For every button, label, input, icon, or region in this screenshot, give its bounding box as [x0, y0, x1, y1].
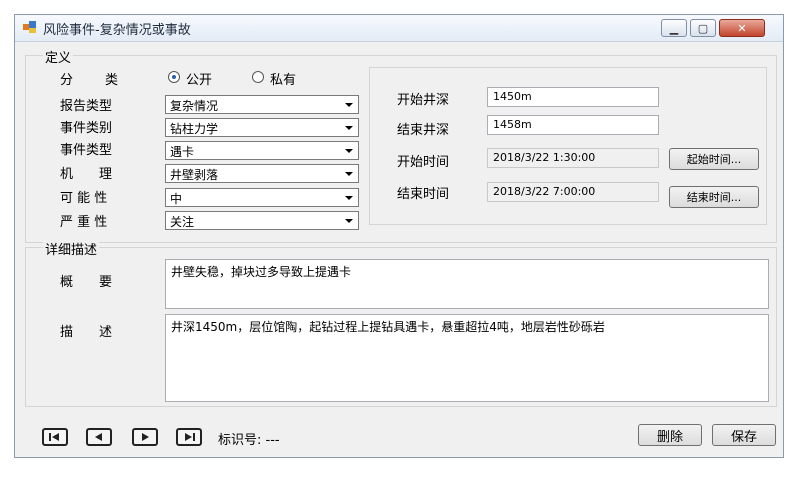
chevron-down-icon: [345, 126, 353, 130]
start-time-label: 开始时间: [397, 155, 450, 170]
end-depth-label: 结束井深: [397, 123, 450, 138]
last-record-button[interactable]: [176, 428, 202, 446]
end-time-button[interactable]: 结束时间...: [669, 186, 759, 208]
start-depth-label: 开始井深: [397, 93, 450, 108]
close-icon: ✕: [737, 21, 747, 35]
definition-group-label: 定义: [43, 47, 74, 66]
event-category-label: 事件类别: [60, 121, 113, 136]
next-record-button[interactable]: [132, 428, 158, 446]
likelihood-value: 中: [170, 192, 183, 206]
minimize-icon: ▁: [669, 21, 679, 35]
close-button[interactable]: ✕: [719, 19, 765, 37]
save-button[interactable]: 保存: [712, 424, 776, 446]
mechanism-select[interactable]: 井壁剥落: [165, 164, 359, 183]
start-depth-field[interactable]: 1450m: [487, 87, 659, 107]
chevron-down-icon: [345, 103, 353, 107]
record-id: 标识号: ---: [218, 433, 280, 448]
first-icon: [49, 433, 59, 441]
maximize-button[interactable]: ▢: [690, 19, 716, 37]
start-time-field: 2018/3/22 1:30:00: [487, 148, 659, 168]
event-category-value: 钻柱力学: [170, 122, 219, 136]
prev-record-button[interactable]: [86, 428, 112, 446]
event-type-value: 遇卡: [170, 145, 195, 159]
mechanism-value: 井壁剥落: [170, 168, 219, 182]
details-group-label: 详细描述: [43, 239, 100, 258]
start-time-button[interactable]: 起始时间...: [669, 148, 759, 170]
summary-textarea[interactable]: 井壁失稳，掉块过多导致上提遇卡: [165, 259, 769, 309]
likelihood-select[interactable]: 中: [165, 188, 359, 207]
severity-value: 关注: [170, 215, 195, 229]
end-depth-field[interactable]: 1458m: [487, 115, 659, 135]
app-icon: [23, 21, 36, 33]
last-icon: [185, 433, 195, 441]
window: 风险事件-复杂情况或事故 ▁ ▢ ✕ 定义 分 类 公开 私有 报告类型 复杂情…: [14, 14, 784, 458]
mechanism-label: 机 理: [60, 167, 113, 182]
report-type-label: 报告类型: [60, 99, 113, 114]
severity-label: 严 重 性: [60, 215, 108, 230]
radio-private[interactable]: [252, 71, 264, 83]
end-time-field: 2018/3/22 7:00:00: [487, 182, 659, 202]
end-time-label: 结束时间: [397, 187, 450, 202]
minimize-button[interactable]: ▁: [661, 19, 687, 37]
first-record-button[interactable]: [42, 428, 68, 446]
event-type-select[interactable]: 遇卡: [165, 141, 359, 160]
maximize-icon: ▢: [697, 21, 709, 35]
title-bar: 风险事件-复杂情况或事故 ▁ ▢ ✕: [15, 15, 783, 42]
description-label: 描 述: [60, 325, 113, 340]
prev-icon: [95, 433, 102, 441]
event-type-label: 事件类型: [60, 143, 113, 158]
chevron-down-icon: [345, 149, 353, 153]
next-icon: [142, 433, 149, 441]
radio-public-label[interactable]: 公开: [186, 69, 212, 88]
delete-button[interactable]: 删除: [638, 424, 702, 446]
chevron-down-icon: [345, 172, 353, 176]
description-textarea[interactable]: 井深1450m，层位馆陶，起钻过程上提钻具遇卡，悬重超拉4吨，地层岩性砂砾岩: [165, 314, 769, 402]
likelihood-label: 可 能 性: [60, 191, 108, 206]
report-type-select[interactable]: 复杂情况: [165, 95, 359, 114]
chevron-down-icon: [345, 196, 353, 200]
radio-private-label[interactable]: 私有: [270, 69, 296, 88]
radio-public[interactable]: [168, 71, 180, 83]
event-category-select[interactable]: 钻柱力学: [165, 118, 359, 137]
severity-select[interactable]: 关注: [165, 211, 359, 230]
window-title: 风险事件-复杂情况或事故: [43, 23, 191, 38]
chevron-down-icon: [345, 219, 353, 223]
classification-label: 分 类: [60, 73, 121, 88]
report-type-value: 复杂情况: [170, 99, 219, 113]
summary-label: 概 要: [60, 275, 113, 290]
